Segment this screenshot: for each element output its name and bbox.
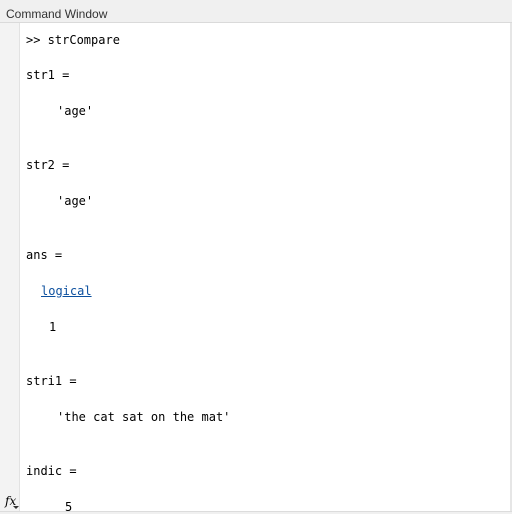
output-label-stri1: stri1 = xyxy=(26,374,77,388)
output-value-str2: 'age' xyxy=(57,194,94,208)
left-gutter xyxy=(0,23,20,514)
output-value-str1: 'age' xyxy=(57,104,94,118)
logical-class-link[interactable]: logical xyxy=(41,284,92,298)
output-label-str1: str1 = xyxy=(26,68,70,82)
title-bar: Command Window xyxy=(0,0,512,23)
output-label-str2: str2 = xyxy=(26,158,70,172)
command-line: >> strCompare xyxy=(26,33,120,47)
output-label-ans: ans = xyxy=(26,248,63,262)
output-value-ans: 1 xyxy=(49,320,57,334)
output-value-stri1: 'the cat sat on the mat' xyxy=(57,410,231,424)
chevron-down-icon xyxy=(13,506,19,509)
window-title: Command Window xyxy=(6,7,108,21)
output-label-indic: indic = xyxy=(26,464,77,478)
